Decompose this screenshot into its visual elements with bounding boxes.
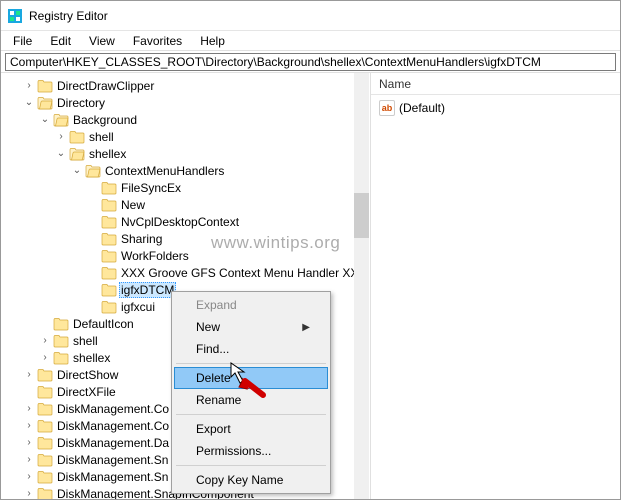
ctx-separator <box>176 414 326 415</box>
ctx-rename[interactable]: Rename <box>174 389 328 411</box>
ctx-export[interactable]: Export <box>174 418 328 440</box>
folder-icon <box>37 436 53 450</box>
tree-node[interactable]: DiskManagement.Co <box>55 419 171 433</box>
folder-icon <box>37 96 53 110</box>
window-title: Registry Editor <box>29 9 108 23</box>
tree-node[interactable]: Sharing <box>119 232 164 246</box>
tree-node[interactable]: shell <box>87 130 116 144</box>
app-icon <box>7 8 23 24</box>
tree-node[interactable]: XXX Groove GFS Context Menu Handler XX <box>119 266 360 280</box>
expander-icon[interactable]: ⌄ <box>55 148 67 160</box>
folder-icon <box>37 368 53 382</box>
titlebar: Registry Editor <box>1 1 620 31</box>
folder-icon <box>101 181 117 195</box>
folder-icon <box>101 266 117 280</box>
address-field[interactable] <box>5 53 616 71</box>
tree-node[interactable]: DiskManagement.Co <box>55 402 171 416</box>
folder-icon <box>69 130 85 144</box>
address-bar <box>1 51 620 73</box>
expander-icon[interactable]: › <box>39 352 51 364</box>
tree-node[interactable]: shellex <box>87 147 128 161</box>
folder-icon <box>37 402 53 416</box>
value-name: (Default) <box>399 101 445 115</box>
folder-icon <box>53 317 69 331</box>
ctx-copykeyname[interactable]: Copy Key Name <box>174 469 328 491</box>
tree-node[interactable]: DirectShow <box>55 368 120 382</box>
tree-node[interactable]: DiskManagement.Da <box>55 436 171 450</box>
tree-node[interactable]: FileSyncEx <box>119 181 183 195</box>
folder-icon <box>37 79 53 93</box>
folder-icon <box>69 147 85 161</box>
ctx-permissions[interactable]: Permissions... <box>174 440 328 462</box>
tree-node[interactable]: shellex <box>71 351 112 365</box>
expander-icon[interactable]: › <box>55 131 67 143</box>
string-value-icon: ab <box>379 100 395 116</box>
tree-node[interactable]: DefaultIcon <box>71 317 136 331</box>
expander-icon[interactable]: › <box>39 335 51 347</box>
expander-icon[interactable]: › <box>23 454 35 466</box>
expander-icon[interactable]: ⌄ <box>39 114 51 126</box>
tree-node[interactable]: NvCplDesktopContext <box>119 215 241 229</box>
column-header-name[interactable]: Name <box>371 73 620 95</box>
context-menu: Expand New▶ Find... Delete Rename Export… <box>171 291 331 494</box>
expander-icon[interactable]: ⌄ <box>71 165 83 177</box>
menubar: File Edit View Favorites Help <box>1 31 620 51</box>
submenu-arrow-icon: ▶ <box>302 322 310 333</box>
ctx-delete[interactable]: Delete <box>174 367 328 389</box>
folder-icon <box>101 249 117 263</box>
menu-edit[interactable]: Edit <box>42 32 79 50</box>
tree-node[interactable]: WorkFolders <box>119 249 191 263</box>
scrollbar-track[interactable] <box>354 73 369 499</box>
folder-icon <box>37 453 53 467</box>
value-row[interactable]: ab (Default) <box>379 99 612 117</box>
expander-icon[interactable]: ⌄ <box>23 97 35 109</box>
tree-node[interactable]: igfxcui <box>119 300 157 314</box>
folder-icon <box>101 232 117 246</box>
folder-icon <box>37 419 53 433</box>
folder-icon <box>37 470 53 484</box>
expander-icon[interactable]: › <box>23 437 35 449</box>
folder-icon <box>101 300 117 314</box>
ctx-separator <box>176 363 326 364</box>
tree-node[interactable]: DirectDrawClipper <box>55 79 156 93</box>
folder-icon <box>53 113 69 127</box>
tree-node-selected[interactable]: igfxDTCM <box>119 282 176 298</box>
menu-view[interactable]: View <box>81 32 123 50</box>
menu-file[interactable]: File <box>5 32 40 50</box>
tree-node[interactable]: DirectXFile <box>55 385 118 399</box>
folder-icon <box>85 164 101 178</box>
folder-icon <box>101 198 117 212</box>
folder-icon <box>37 487 53 500</box>
tree-node[interactable]: DiskManagement.Sn <box>55 470 170 484</box>
folder-icon <box>101 283 117 297</box>
menu-favorites[interactable]: Favorites <box>125 32 190 50</box>
expander-icon[interactable]: › <box>23 80 35 92</box>
ctx-expand[interactable]: Expand <box>174 294 328 316</box>
folder-icon <box>53 351 69 365</box>
tree-node[interactable]: ContextMenuHandlers <box>103 164 226 178</box>
tree-node[interactable]: DiskManagement.Sn <box>55 453 170 467</box>
expander-icon[interactable]: › <box>23 420 35 432</box>
expander-icon[interactable]: › <box>23 403 35 415</box>
ctx-separator <box>176 465 326 466</box>
tree-node[interactable]: New <box>119 198 147 212</box>
tree-node[interactable]: Directory <box>55 96 107 110</box>
menu-help[interactable]: Help <box>192 32 233 50</box>
expander-icon[interactable]: › <box>23 488 35 500</box>
values-pane[interactable]: Name ab (Default) <box>371 73 620 499</box>
tree-node[interactable]: shell <box>71 334 100 348</box>
folder-icon <box>53 334 69 348</box>
expander-icon[interactable]: › <box>23 369 35 381</box>
folder-icon <box>37 385 53 399</box>
tree-node[interactable]: Background <box>71 113 139 127</box>
expander-icon[interactable]: › <box>23 471 35 483</box>
ctx-new[interactable]: New▶ <box>174 316 328 338</box>
scrollbar-thumb[interactable] <box>354 193 369 238</box>
folder-icon <box>101 215 117 229</box>
ctx-find[interactable]: Find... <box>174 338 328 360</box>
